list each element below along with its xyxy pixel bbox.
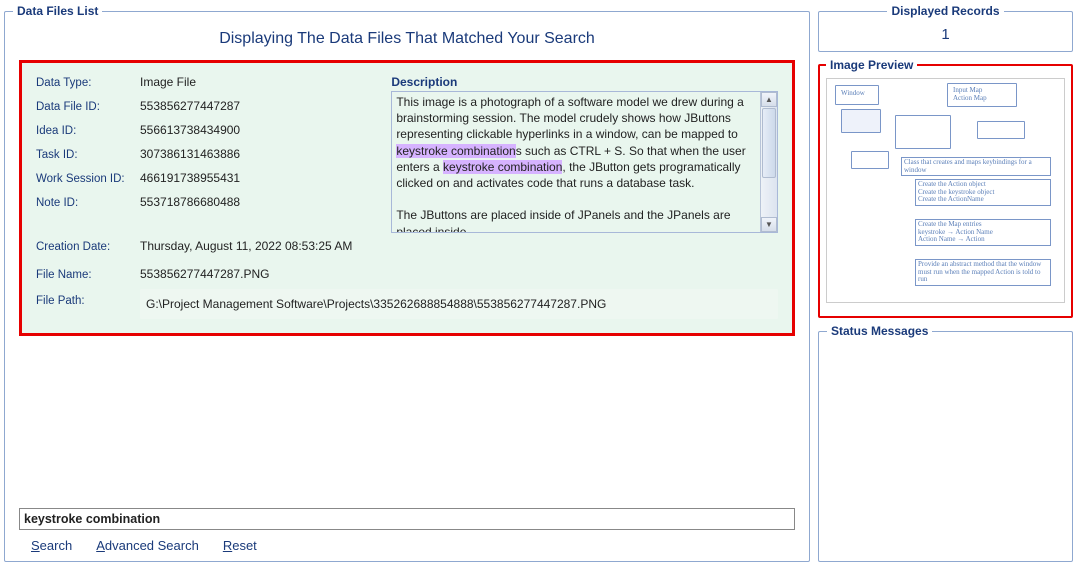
data-files-list-legend: Data Files List xyxy=(13,4,102,18)
value-data-file-id: 553856277447287 xyxy=(140,99,240,113)
image-preview-legend: Image Preview xyxy=(826,58,917,72)
data-files-list-panel: Data Files List Displaying The Data File… xyxy=(4,4,810,562)
label-file-path: File Path: xyxy=(36,295,140,307)
highlight-1: keystroke combination xyxy=(396,144,515,158)
label-description: Description xyxy=(391,75,778,89)
result-card[interactable]: Data Type:Image File Data File ID:553856… xyxy=(19,60,795,336)
reset-link[interactable]: Reset xyxy=(223,538,257,553)
displayed-records-count: 1 xyxy=(827,26,1064,43)
displayed-records-legend: Displayed Records xyxy=(887,4,1003,18)
label-task-id: Task ID: xyxy=(36,149,140,161)
highlight-2: keystroke combination xyxy=(443,160,562,174)
image-preview[interactable]: Window Input MapAction Map Class that cr… xyxy=(826,78,1065,303)
value-note-id: 553718786680488 xyxy=(140,195,240,209)
label-idea-id: Idea ID: xyxy=(36,125,140,137)
scroll-up-icon[interactable]: ▲ xyxy=(761,92,777,107)
description-box: This image is a photograph of a software… xyxy=(391,91,778,233)
search-link[interactable]: Search xyxy=(31,538,72,553)
scroll-thumb[interactable] xyxy=(762,108,776,178)
description-text[interactable]: This image is a photograph of a software… xyxy=(392,92,760,232)
value-idea-id: 556613738434900 xyxy=(140,123,240,137)
search-input[interactable] xyxy=(19,508,795,530)
image-preview-panel: Image Preview Window Input MapAction Map… xyxy=(818,58,1073,318)
description-scrollbar[interactable]: ▲ ▼ xyxy=(760,92,777,232)
value-file-name: 553856277447287.PNG xyxy=(140,267,269,281)
list-title: Displaying The Data Files That Matched Y… xyxy=(13,30,801,48)
label-creation-date: Creation Date: xyxy=(36,241,140,253)
value-work-session-id: 466191738955431 xyxy=(140,171,240,185)
label-work-session-id: Work Session ID: xyxy=(36,173,140,185)
value-data-type: Image File xyxy=(140,75,196,89)
label-data-type: Data Type: xyxy=(36,77,140,89)
value-creation-date: Thursday, August 11, 2022 08:53:25 AM xyxy=(140,239,352,253)
status-messages-panel: Status Messages xyxy=(818,324,1073,562)
scroll-down-icon[interactable]: ▼ xyxy=(761,217,777,232)
displayed-records-panel: Displayed Records 1 xyxy=(818,4,1073,52)
status-messages-legend: Status Messages xyxy=(827,324,932,338)
advanced-search-link[interactable]: Advanced Search xyxy=(96,538,199,553)
value-file-path: G:\Project Management Software\Projects\… xyxy=(140,289,778,319)
value-task-id: 307386131463886 xyxy=(140,147,240,161)
label-note-id: Note ID: xyxy=(36,197,140,209)
label-file-name: File Name: xyxy=(36,269,140,281)
label-data-file-id: Data File ID: xyxy=(36,101,140,113)
